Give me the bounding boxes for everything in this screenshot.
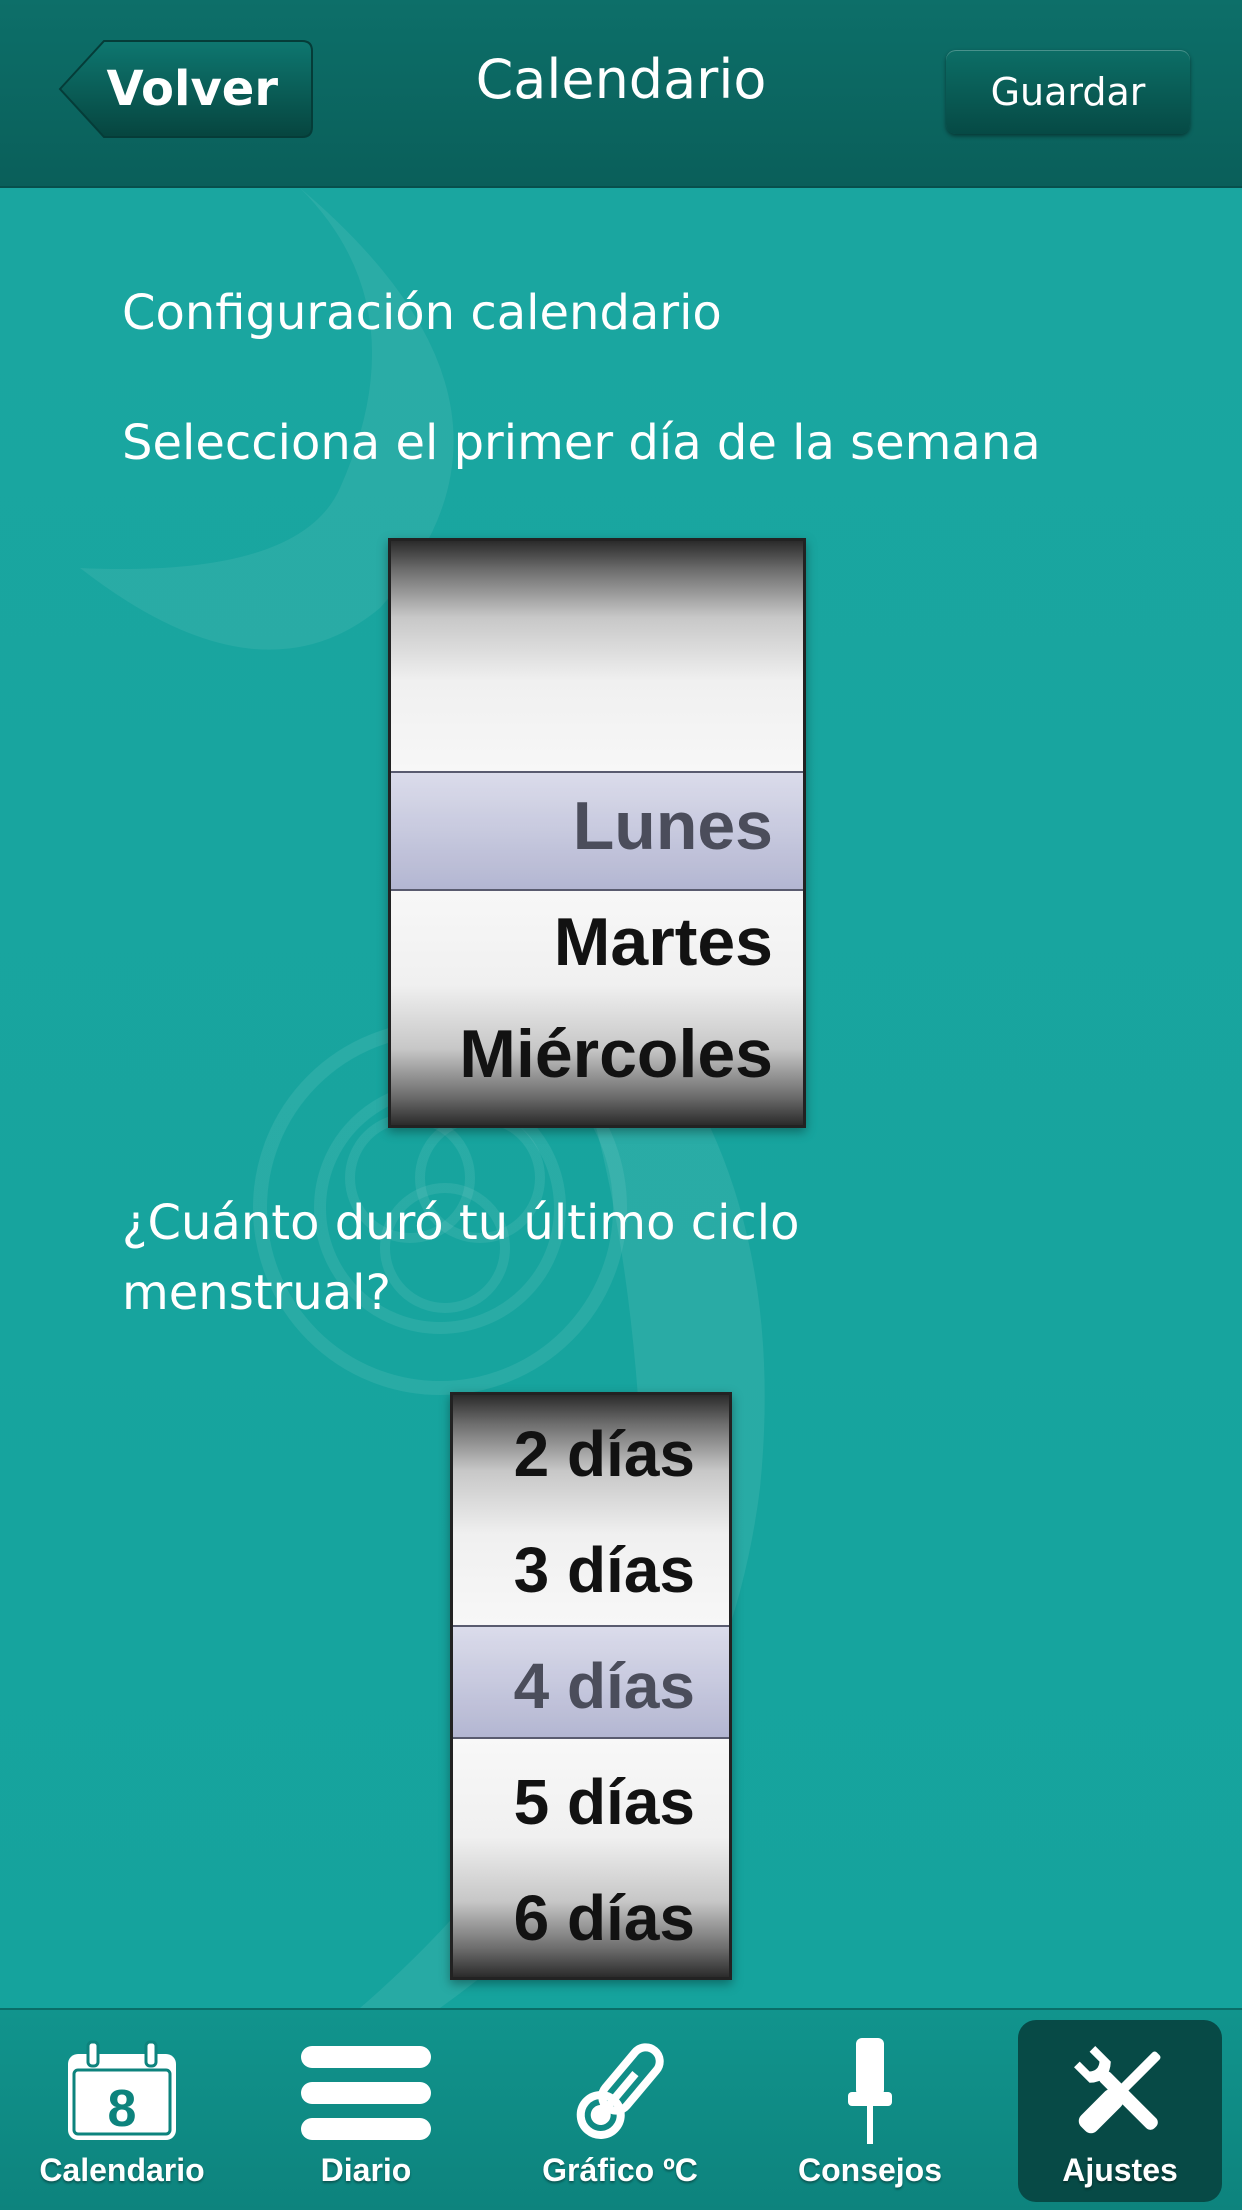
tab-grafico[interactable]: Gráfico ºC (518, 2020, 722, 2202)
weekday-option[interactable]: Martes (391, 903, 803, 981)
tab-calendario[interactable]: 8 Calendario (20, 2020, 224, 2202)
back-button[interactable]: Volver (58, 38, 314, 140)
page-title: Calendario (475, 48, 767, 111)
tab-ajustes[interactable]: Ajustes (1018, 2020, 1222, 2202)
weekday-option[interactable]: Miércoles (391, 1015, 803, 1093)
tab-diario[interactable]: Diario (264, 2020, 468, 2202)
tab-label: Consejos (797, 2152, 943, 2188)
tab-consejos[interactable]: Consejos (768, 2020, 972, 2202)
cycle-option[interactable]: 2 días (453, 1417, 729, 1491)
tab-label: Diario (320, 2152, 412, 2188)
tab-bar: 8 Calendario Diario Gráfico ºC Consejos … (0, 2008, 1242, 2210)
cycle-option[interactable]: 4 días (453, 1649, 729, 1723)
tools-icon (1065, 2038, 1175, 2146)
cycle-prompt: ¿Cuánto duró tu último ciclo menstrual? (122, 1188, 800, 1328)
tab-label: Calendario (39, 2152, 205, 2188)
tab-label: Ajustes (1062, 2152, 1178, 2188)
cycle-option[interactable]: 5 días (453, 1765, 729, 1839)
settings-content: Configuración calendario Selecciona el p… (0, 188, 1242, 2008)
navigation-bar: Volver Calendario Guardar (0, 0, 1242, 188)
weekday-picker[interactable]: Lunes Martes Miércoles (388, 538, 806, 1128)
pin-icon (830, 2038, 910, 2146)
cycle-prompt-line1: ¿Cuánto duró tu último ciclo (122, 1195, 800, 1251)
cycle-length-picker[interactable]: 2 días 3 días 4 días 5 días 6 días (450, 1392, 732, 1980)
back-label: Volver (106, 61, 278, 117)
save-button[interactable]: Guardar (946, 50, 1190, 134)
tab-label: Gráfico ºC (542, 2152, 698, 2188)
thermometer-icon (560, 2038, 680, 2146)
list-icon (301, 2038, 431, 2146)
calendar-icon: 8 (62, 2038, 182, 2146)
section-title: Configuración calendario (122, 285, 722, 341)
cycle-option[interactable]: 3 días (453, 1533, 729, 1607)
calendar-badge: 8 (108, 2080, 137, 2138)
weekday-option[interactable]: Lunes (391, 787, 803, 865)
first-day-prompt: Selecciona el primer día de la semana (122, 415, 1041, 471)
cycle-option[interactable]: 6 días (453, 1881, 729, 1955)
cycle-prompt-line2: menstrual? (122, 1265, 391, 1321)
